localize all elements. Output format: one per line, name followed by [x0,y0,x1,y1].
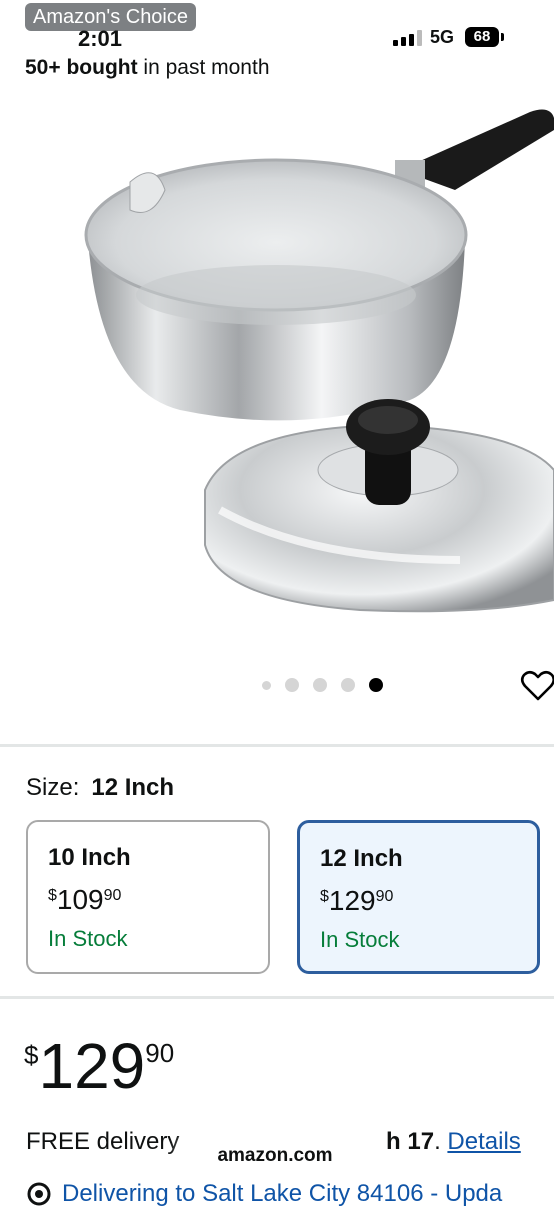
main-price-whole: 129 [38,1030,146,1102]
location-pin-icon [27,1182,51,1206]
size-option-10-inch[interactable]: 10 Inch $109 90 In Stock [26,820,270,974]
delivery-date: h 17 [386,1128,435,1155]
carousel-dot-active[interactable] [369,678,383,692]
size-option-price: $109 90 [48,884,248,916]
price-fraction: 90 [103,887,122,904]
price-whole: 109 [56,884,104,915]
size-option-12-inch[interactable]: 12 Inch $129 90 In Stock [297,820,540,974]
price-whole: 129 [328,885,376,916]
bought-count-bold: 50+ bought [25,56,138,79]
delivery-period: . [434,1128,448,1155]
delivery-location-text: Delivering to Salt Lake City 84106 - Upd… [62,1180,503,1207]
image-carousel-dots[interactable] [262,676,383,694]
price-currency: $ [320,888,329,905]
clock: 2:01 [78,26,123,51]
section-divider [0,996,554,999]
size-option-price: $129 90 [320,885,517,917]
main-price-currency: $ [24,1040,39,1070]
main-price-fraction: 90 [145,1038,175,1068]
size-option-name: 10 Inch [48,844,131,871]
signal-icon [393,30,423,46]
carousel-dot[interactable] [313,678,327,692]
stock-status: In Stock [48,926,128,951]
carousel-dot[interactable] [341,678,355,692]
battery-icon: 68 [465,27,504,47]
price-currency: $ [48,887,57,904]
price-fraction: 90 [375,888,394,905]
carousel-dot[interactable] [262,680,271,690]
bought-count: 50+ bought in past month [25,56,270,80]
network-type: 5G [430,27,455,47]
delivery-location-link[interactable]: Delivering to Salt Lake City 84106 - Upd… [26,1180,502,1208]
size-label: Size: [26,774,80,801]
status-bar: Amazon's Choice 2:01 5G 68 [0,0,554,56]
delivery-details-link[interactable]: Details [447,1128,520,1155]
main-price: $ 129 90 [24,1032,174,1100]
battery-level: 68 [473,28,491,45]
heart-icon[interactable] [520,668,554,704]
size-selected-value: 12 Inch [91,774,175,801]
browser-url-bar[interactable]: amazon.com [185,1134,365,1178]
stock-status: In Stock [320,927,400,952]
size-selector-label: Size: 12 Inch [26,774,174,802]
product-image[interactable] [60,90,554,630]
carousel-dot[interactable] [285,678,299,692]
bought-count-rest: in past month [137,56,270,79]
delivery-prefix: FREE delivery [26,1128,187,1155]
size-option-name: 12 Inch [320,845,403,872]
section-divider [0,744,554,747]
